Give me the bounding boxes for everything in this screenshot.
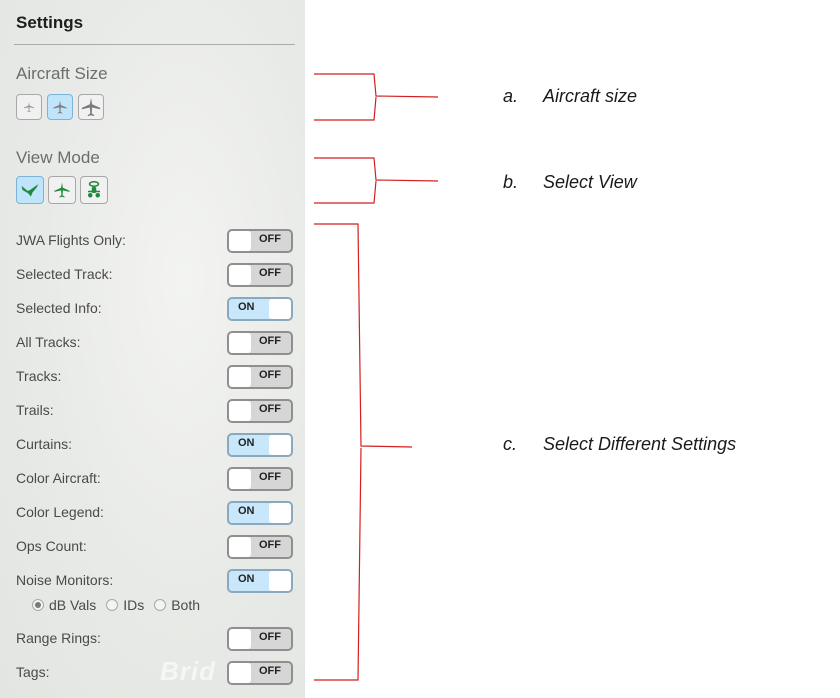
annotation-c-letter: c. [503, 434, 518, 454]
annotation-a: a. Aircraft size [503, 86, 637, 107]
annotation-c: c. Select Different Settings [503, 434, 736, 455]
annotation-b-letter: b. [503, 172, 519, 192]
bracket-c [314, 223, 413, 681]
annotation-a-letter: a. [503, 86, 519, 106]
annotation-brackets [314, 73, 439, 681]
annotation-b-text: Select View [543, 172, 637, 192]
bracket-a [314, 73, 439, 121]
annotation-b: b. Select View [503, 172, 637, 193]
annotation-c-text: Select Different Settings [543, 434, 737, 454]
annotation-a-text: Aircraft size [543, 86, 638, 106]
bracket-b [314, 157, 439, 204]
